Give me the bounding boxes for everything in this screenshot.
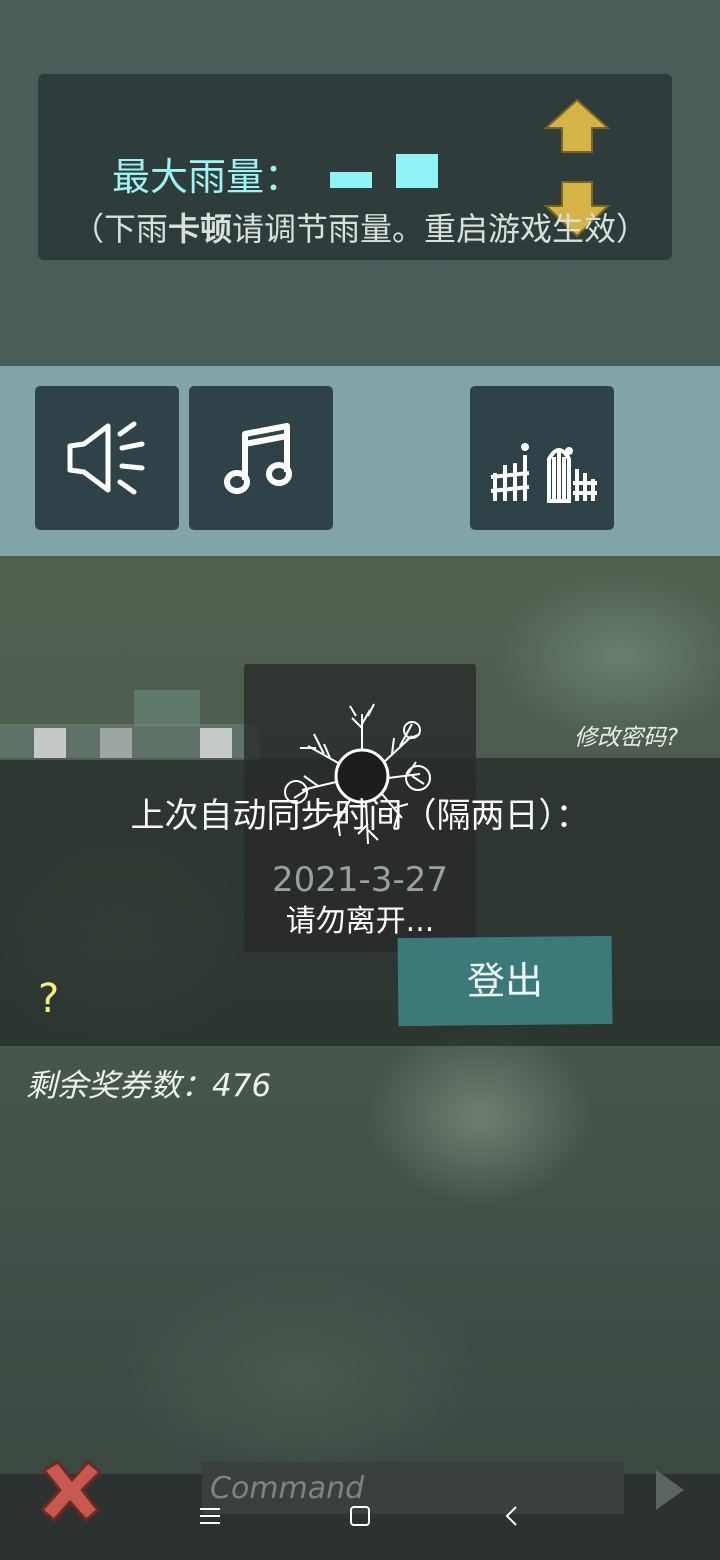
rain-level-bar-2 [396,154,438,188]
rain-hint-suffix: 请调节雨量。重启游戏生效） [232,210,649,248]
loading-message: 请勿离开... [285,904,435,939]
speaker-icon [67,421,145,495]
logout-button[interactable]: 登出 [397,935,613,1027]
rain-hint-bold: 卡顿 [167,210,232,248]
menu-icon [200,1508,220,1524]
rain-level-bar-1 [330,172,372,188]
command-input[interactable] [202,1462,624,1514]
change-password-link[interactable]: 修改密码? [574,718,678,752]
music-note-icon [224,423,292,494]
sync-date-value: 2021-3-27 [272,860,448,900]
nav-back-button[interactable] [492,1498,532,1534]
rain-hint: （下雨卡顿请调节雨量。重启游戏生效） [0,204,720,250]
close-button[interactable] [36,1456,106,1526]
music-button[interactable] [189,386,333,530]
settings-panel: 最大雨量： （下雨卡顿请调节雨量。重启游戏生效） [0,0,720,366]
nav-home-button[interactable] [340,1498,380,1534]
garden-gate-button[interactable] [470,386,614,530]
fence-gate-icon [490,443,597,503]
arrow-up-icon [543,98,611,153]
send-button[interactable] [652,1468,688,1512]
help-button[interactable]: ? [38,976,59,1022]
obscured-username [0,690,260,760]
home-icon [350,1506,370,1526]
remaining-tickets: 剩余奖券数：476 [26,1068,272,1104]
close-x-icon [40,1460,102,1522]
rain-hint-prefix: （下雨 [71,210,168,248]
audio-toolbar [0,366,720,556]
send-arrow-icon [656,1470,684,1510]
nav-menu-button[interactable] [190,1498,230,1534]
rain-amount-label: 最大雨量： [112,155,303,199]
sound-effects-button[interactable] [35,386,179,530]
back-icon [505,1506,517,1526]
sync-time-label: 上次自动同步时间（隔两日）： [130,796,590,836]
rain-increase-button[interactable] [542,96,612,158]
